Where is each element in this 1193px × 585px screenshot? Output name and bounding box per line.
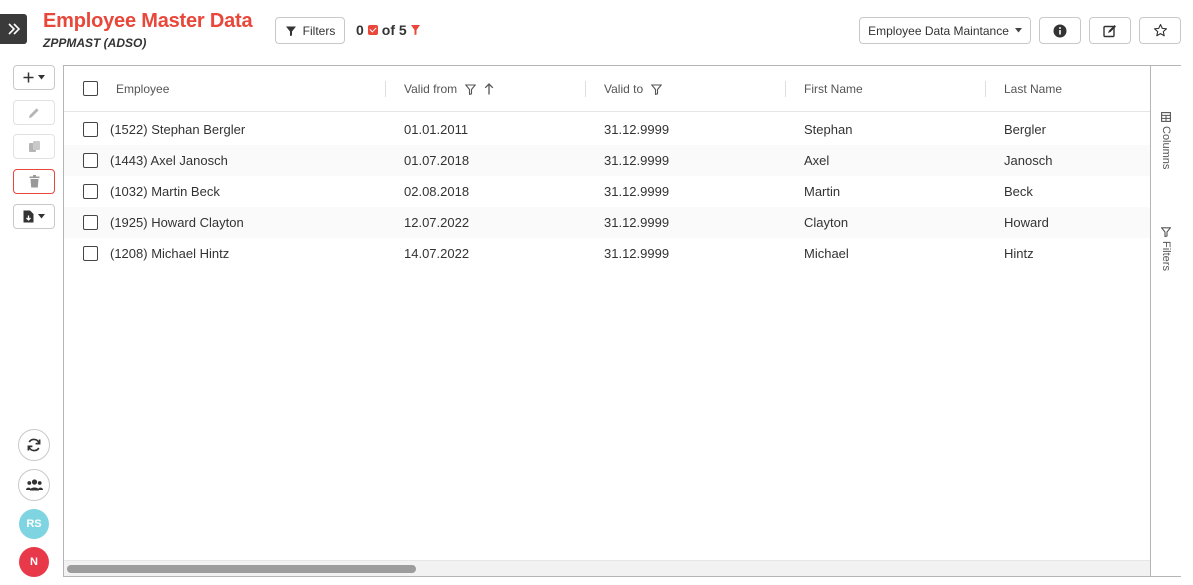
- cell-employee: (1208) Michael Hintz: [110, 246, 230, 261]
- add-menu-button[interactable]: [13, 65, 55, 90]
- cell-valid-to: 31.12.9999: [604, 153, 670, 168]
- table-row[interactable]: (1925) Howard Clayton 12.07.2022 31.12.9…: [64, 207, 1150, 238]
- copy-icon: [28, 141, 40, 152]
- edit-row-button[interactable]: [13, 100, 55, 125]
- file-download-icon: [23, 210, 34, 223]
- table-row[interactable]: (1032) Martin Beck 02.08.2018 31.12.9999…: [64, 176, 1150, 207]
- copy-row-button[interactable]: [13, 134, 55, 159]
- users-icon: [25, 479, 43, 491]
- cell-valid-to: 31.12.9999: [604, 246, 670, 261]
- cell-valid-from: 12.07.2022: [404, 215, 470, 230]
- cell-employee: (1925) Howard Clayton: [110, 215, 244, 230]
- edit-button[interactable]: [1089, 17, 1131, 44]
- column-separator[interactable]: [785, 81, 786, 97]
- delete-row-button[interactable]: [13, 169, 55, 194]
- cell-employee: (1443) Axel Janosch: [110, 153, 228, 168]
- edit-icon: [1103, 24, 1116, 37]
- column-separator[interactable]: [585, 81, 586, 97]
- cell-last-name: Beck: [1004, 184, 1033, 199]
- select-all-checkbox[interactable]: [83, 81, 98, 96]
- column-header-last-name[interactable]: Last Name: [1004, 66, 1062, 112]
- cell-valid-from: 01.01.2011: [404, 122, 469, 137]
- selection-count: 0 of 5: [356, 22, 420, 38]
- export-menu-button[interactable]: [13, 204, 55, 229]
- row-checkbox[interactable]: [83, 184, 98, 199]
- favorite-button[interactable]: [1139, 17, 1181, 44]
- refresh-button[interactable]: [18, 429, 50, 461]
- cell-first-name: Michael: [804, 246, 849, 261]
- cell-first-name: Clayton: [804, 215, 849, 230]
- selected-count: 0: [356, 22, 364, 38]
- table-row[interactable]: (1522) Stephan Bergler 01.01.2011 31.12.…: [64, 114, 1150, 145]
- star-icon: [1153, 24, 1167, 37]
- filters-button-label: Filters: [302, 23, 336, 38]
- columns-panel-tab[interactable]: Columns: [1156, 112, 1176, 169]
- total-count: of 5: [381, 22, 407, 38]
- cell-employee: (1522) Stephan Bergler: [110, 122, 246, 137]
- caret-down-icon: [38, 75, 45, 80]
- cell-last-name: Hintz: [1004, 246, 1034, 261]
- filter-outline-icon: [651, 83, 663, 95]
- users-button[interactable]: [18, 469, 50, 501]
- data-grid: Employee Valid from Valid to First Name …: [63, 65, 1181, 577]
- filters-button[interactable]: Filters: [275, 17, 345, 44]
- cell-valid-to: 31.12.9999: [604, 215, 670, 230]
- column-header-employee[interactable]: Employee: [116, 66, 169, 112]
- row-checkbox[interactable]: [83, 122, 98, 137]
- cell-first-name: Martin: [804, 184, 841, 199]
- filters-panel-tab[interactable]: Filters: [1156, 227, 1176, 271]
- cell-last-name: Janosch: [1004, 153, 1053, 168]
- cell-valid-from: 01.07.2018: [404, 153, 470, 168]
- page-subtitle: ZPPMAST (ADSO): [43, 36, 147, 50]
- column-separator[interactable]: [985, 81, 986, 97]
- page-title: Employee Master Data: [43, 10, 253, 32]
- row-checkbox[interactable]: [83, 215, 98, 230]
- cell-first-name: Stephan: [804, 122, 853, 137]
- user-avatar-n[interactable]: N: [19, 547, 49, 577]
- grid-header-row: Employee Valid from Valid to First Name …: [64, 66, 1150, 112]
- info-icon: [1053, 24, 1067, 37]
- tool-side-panel: Columns Filters: [1150, 66, 1181, 576]
- plus-icon: [23, 72, 34, 83]
- table-row[interactable]: (1443) Axel Janosch 01.07.2018 31.12.999…: [64, 145, 1150, 176]
- variant-dropdown[interactable]: Employee Data Maintance: [859, 17, 1031, 44]
- filter-icon: [285, 26, 296, 36]
- checkbox-checked-icon: [367, 25, 378, 35]
- cell-last-name: Bergler: [1004, 122, 1046, 137]
- cell-valid-from: 14.07.2022: [404, 246, 470, 261]
- column-header-valid-to[interactable]: Valid to: [604, 66, 663, 112]
- cell-employee: (1032) Martin Beck: [110, 184, 220, 199]
- horizontal-scrollbar[interactable]: [64, 560, 1150, 576]
- double-chevron-right-icon: [7, 23, 20, 35]
- trash-icon: [29, 175, 39, 188]
- caret-down-icon: [1014, 28, 1022, 33]
- cell-valid-from: 02.08.2018: [404, 184, 470, 199]
- pencil-icon: [29, 107, 39, 118]
- info-button[interactable]: [1039, 17, 1081, 44]
- filter-outline-icon: [465, 83, 477, 95]
- scrollbar-thumb[interactable]: [67, 565, 416, 573]
- filter-active-icon: [410, 25, 420, 35]
- caret-down-icon: [38, 214, 45, 219]
- column-separator[interactable]: [385, 81, 386, 97]
- column-header-valid-from[interactable]: Valid from: [404, 66, 494, 112]
- variant-label: Employee Data Maintance: [868, 23, 1009, 38]
- cell-valid-to: 31.12.9999: [604, 122, 670, 137]
- column-header-first-name[interactable]: First Name: [804, 66, 863, 112]
- cell-valid-to: 31.12.9999: [604, 184, 670, 199]
- user-avatar-rs[interactable]: RS: [19, 509, 49, 539]
- row-checkbox[interactable]: [83, 246, 98, 261]
- sort-ascending-icon: [484, 83, 494, 95]
- expand-sidebar-button[interactable]: [0, 14, 27, 44]
- refresh-icon: [27, 438, 41, 452]
- row-checkbox[interactable]: [83, 153, 98, 168]
- cell-last-name: Howard: [1004, 215, 1049, 230]
- columns-icon: [1161, 112, 1171, 122]
- cell-first-name: Axel: [804, 153, 830, 168]
- filter-outline-icon: [1161, 227, 1171, 237]
- table-row[interactable]: (1208) Michael Hintz 14.07.2022 31.12.99…: [64, 238, 1150, 269]
